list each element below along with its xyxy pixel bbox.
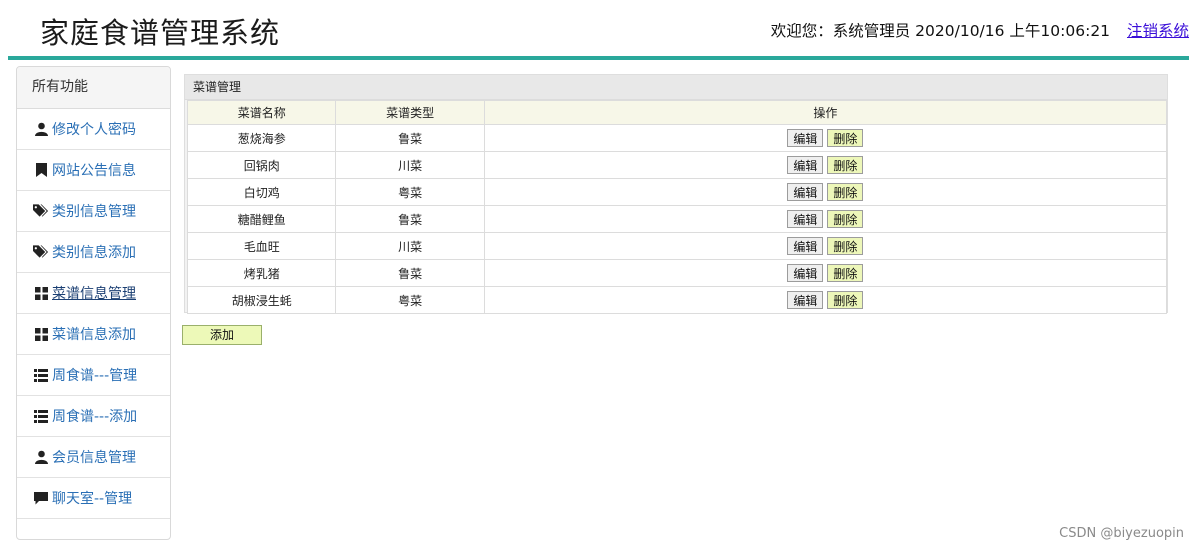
- sidebar-heading: 所有功能: [17, 67, 170, 109]
- sidebar-item-label: 网站公告信息: [52, 163, 136, 179]
- list-icon: [33, 367, 49, 383]
- sidebar-item-announcements[interactable]: 网站公告信息: [17, 150, 170, 191]
- sidebar-item-category-add[interactable]: 类别信息添加: [17, 232, 170, 273]
- actions-cell: 编辑 删除: [484, 179, 1166, 205]
- sidebar-item-label: 聊天室--管理: [52, 491, 133, 507]
- tags-icon: [33, 244, 49, 260]
- header-user-area: 欢迎您：系统管理员 2020/10/16 上午10:06:21 注销系统: [771, 19, 1189, 41]
- sidebar-item-recipe-manage[interactable]: 菜谱信息管理: [17, 273, 170, 314]
- grid-icon: [33, 285, 49, 301]
- bookmark-icon: [33, 162, 49, 178]
- actions-cell: 编辑 删除: [484, 233, 1166, 259]
- table-row: 白切鸡 粤菜 编辑 删除: [188, 179, 1166, 205]
- sidebar-item-label: 修改个人密码: [52, 122, 136, 138]
- table-row: 葱烧海参 鲁菜 编辑 删除: [188, 125, 1166, 151]
- recipe-name-cell: 毛血旺: [188, 233, 336, 259]
- edit-button[interactable]: 编辑: [787, 183, 824, 201]
- delete-button[interactable]: 删除: [827, 264, 864, 282]
- recipe-type-cell: 鲁菜: [336, 260, 484, 286]
- sidebar-item-recipe-add[interactable]: 菜谱信息添加: [17, 314, 170, 355]
- sidebar-menu: 修改个人密码 网站公告信息 类别信息管理 类别信息添加 菜谱信息管理 菜谱信息添…: [17, 109, 170, 519]
- sidebar-item-change-password[interactable]: 修改个人密码: [17, 109, 170, 150]
- edit-button[interactable]: 编辑: [787, 129, 824, 147]
- edit-button[interactable]: 编辑: [787, 210, 824, 228]
- recipe-table: 菜谱名称 菜谱类型 操作 葱烧海参 鲁菜 编辑 删除 回锅肉 川菜 编辑 删除 白切…: [187, 100, 1167, 314]
- recipe-name-cell: 回锅肉: [188, 152, 336, 178]
- delete-button[interactable]: 删除: [827, 156, 864, 174]
- table-row: 回锅肉 川菜 编辑 删除: [188, 152, 1166, 178]
- recipe-name-cell: 糖醋鲤鱼: [188, 206, 336, 232]
- sidebar-item-category-manage[interactable]: 类别信息管理: [17, 191, 170, 232]
- sidebar: 所有功能 修改个人密码 网站公告信息 类别信息管理 类别信息添加 菜谱信息管理 …: [16, 66, 171, 540]
- sidebar-item-label: 菜谱信息管理: [52, 286, 136, 302]
- sidebar-item-label: 类别信息添加: [52, 245, 136, 261]
- logout-link[interactable]: 注销系统: [1127, 22, 1189, 40]
- list-icon: [33, 408, 49, 424]
- column-header-type: 菜谱类型: [336, 101, 484, 124]
- sidebar-item-weekly-add[interactable]: 周食谱---添加: [17, 396, 170, 437]
- table-row: 胡椒浸生蚝 粤菜 编辑 删除: [188, 287, 1166, 313]
- recipe-type-cell: 川菜: [336, 152, 484, 178]
- add-recipe-button[interactable]: 添加: [182, 325, 262, 345]
- delete-button[interactable]: 删除: [827, 129, 864, 147]
- delete-button[interactable]: 删除: [827, 237, 864, 255]
- sidebar-item-weekly-manage[interactable]: 周食谱---管理: [17, 355, 170, 396]
- welcome-text: 欢迎您：系统管理员 2020/10/16 上午10:06:21: [770, 22, 1111, 40]
- edit-button[interactable]: 编辑: [787, 291, 824, 309]
- actions-cell: 编辑 删除: [484, 206, 1166, 232]
- table-header-row: 菜谱名称 菜谱类型 操作: [188, 101, 1166, 124]
- sidebar-item-label: 会员信息管理: [52, 450, 136, 466]
- recipe-type-cell: 粤菜: [336, 287, 484, 313]
- actions-cell: 编辑 删除: [484, 152, 1166, 178]
- panel-title: 菜谱管理: [185, 75, 1167, 100]
- sidebar-item-label: 菜谱信息添加: [52, 327, 136, 343]
- table-row: 烤乳猪 鲁菜 编辑 删除: [188, 260, 1166, 286]
- actions-cell: 编辑 删除: [484, 287, 1166, 313]
- column-header-name: 菜谱名称: [188, 101, 336, 124]
- sidebar-item-label: 周食谱---管理: [52, 368, 138, 384]
- actions-cell: 编辑 删除: [484, 260, 1166, 286]
- column-header-actions: 操作: [484, 101, 1166, 124]
- sidebar-item-member-manage[interactable]: 会员信息管理: [17, 437, 170, 478]
- sidebar-item-label: 类别信息管理: [52, 204, 136, 220]
- app-title: 家庭食谱管理系统: [40, 16, 281, 50]
- header-bar: 家庭食谱管理系统 欢迎您：系统管理员 2020/10/16 上午10:06:21…: [8, 0, 1189, 60]
- edit-button[interactable]: 编辑: [787, 156, 824, 174]
- edit-button[interactable]: 编辑: [787, 237, 824, 255]
- delete-button[interactable]: 删除: [827, 291, 864, 309]
- sidebar-item-label: 周食谱---添加: [52, 409, 138, 425]
- user-icon: [33, 449, 49, 465]
- edit-button[interactable]: 编辑: [787, 264, 824, 282]
- recipe-type-cell: 粤菜: [336, 179, 484, 205]
- tags-icon: [33, 203, 49, 219]
- recipe-type-cell: 川菜: [336, 233, 484, 259]
- delete-button[interactable]: 删除: [827, 183, 864, 201]
- user-icon: [33, 121, 49, 137]
- table-row: 糖醋鲤鱼 鲁菜 编辑 删除: [188, 206, 1166, 232]
- delete-button[interactable]: 删除: [827, 210, 864, 228]
- recipe-name-cell: 胡椒浸生蚝: [188, 287, 336, 313]
- actions-cell: 编辑 删除: [484, 125, 1166, 151]
- recipe-name-cell: 葱烧海参: [188, 125, 336, 151]
- recipe-name-cell: 白切鸡: [188, 179, 336, 205]
- comment-icon: [33, 490, 49, 506]
- recipe-type-cell: 鲁菜: [336, 125, 484, 151]
- sidebar-item-chatroom-manage[interactable]: 聊天室--管理: [17, 478, 170, 519]
- recipe-type-cell: 鲁菜: [336, 206, 484, 232]
- recipe-panel: 菜谱管理 菜谱名称 菜谱类型 操作 葱烧海参 鲁菜 编辑 删除 回锅肉 川菜 编辑…: [184, 74, 1168, 314]
- grid-icon: [33, 326, 49, 342]
- table-row: 毛血旺 川菜 编辑 删除: [188, 233, 1166, 259]
- watermark-text: CSDN @biyezuopin: [1059, 526, 1184, 541]
- recipe-name-cell: 烤乳猪: [188, 260, 336, 286]
